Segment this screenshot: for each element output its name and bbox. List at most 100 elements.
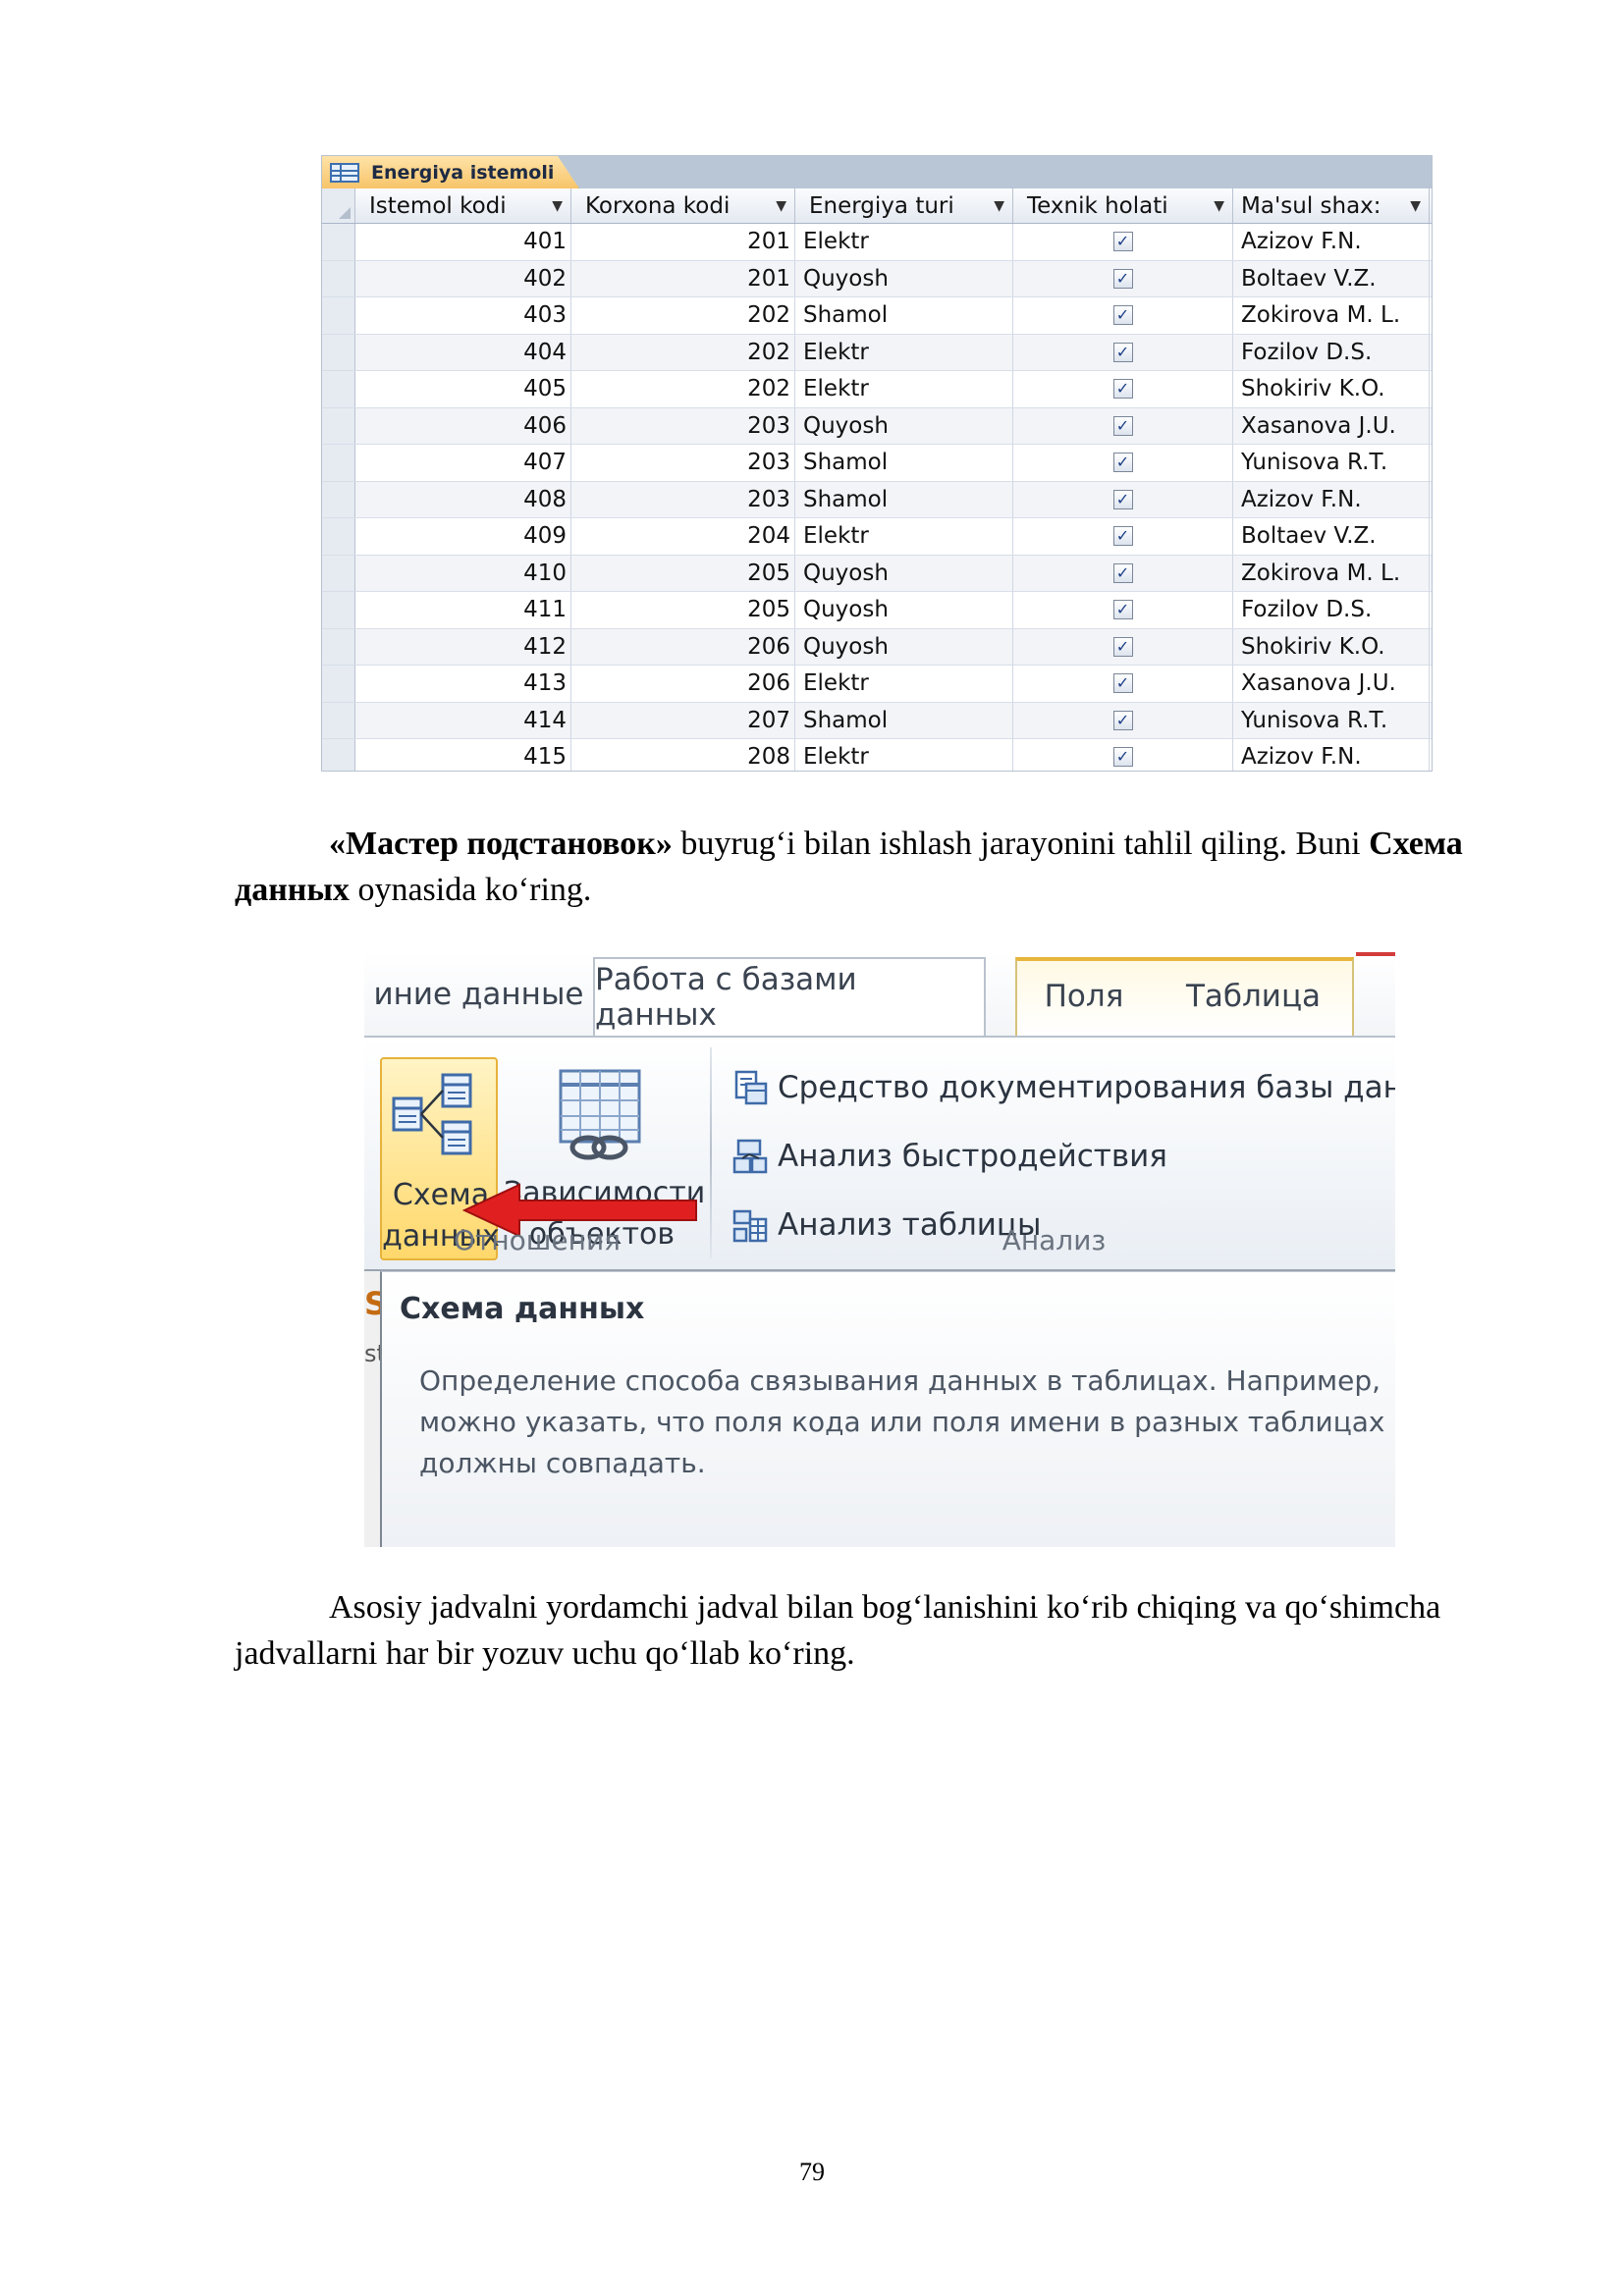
cell-texnik-holati[interactable]: ✓ [1013, 481, 1233, 517]
cell-masul-shaxs[interactable]: Boltaev V.Z. [1233, 260, 1430, 296]
cell-korxona-kodi[interactable]: 208 [571, 739, 795, 771]
checkbox[interactable]: ✓ [1112, 710, 1133, 730]
cell-masul-shaxs[interactable]: Boltaev V.Z. [1233, 518, 1430, 555]
cell-istemol-kodi[interactable]: 408 [355, 481, 571, 517]
checkbox[interactable]: ✓ [1112, 453, 1133, 473]
cell-masul-shaxs[interactable]: Xasanova J.U. [1233, 407, 1430, 444]
cell-korxona-kodi[interactable]: 205 [571, 555, 795, 591]
cell-texnik-holati[interactable]: ✓ [1013, 371, 1233, 407]
cell-istemol-kodi[interactable]: 402 [355, 260, 571, 296]
cell-energiya-turi[interactable]: Shamol [795, 702, 1013, 738]
cell-istemol-kodi[interactable]: 404 [355, 334, 571, 370]
row-selector[interactable] [322, 334, 355, 370]
table-row[interactable]: 413 206 Elektr ✓ Xasanova J.U. [322, 666, 1432, 703]
table-row[interactable]: 403 202 Shamol ✓ Zokirova M. L. [322, 297, 1432, 335]
cell-texnik-holati[interactable]: ✓ [1013, 739, 1233, 771]
checkbox[interactable]: ✓ [1112, 489, 1133, 509]
table-row[interactable]: 411 205 Quyosh ✓ Fozilov D.S. [322, 592, 1432, 629]
checkbox[interactable]: ✓ [1112, 673, 1133, 694]
cell-texnik-holati[interactable]: ✓ [1013, 407, 1233, 444]
cell-texnik-holati[interactable]: ✓ [1013, 628, 1233, 665]
cell-korxona-kodi[interactable]: 201 [571, 224, 795, 260]
checkbox[interactable]: ✓ [1112, 379, 1133, 400]
cell-korxona-kodi[interactable]: 206 [571, 628, 795, 665]
cell-korxona-kodi[interactable]: 203 [571, 445, 795, 481]
checkbox[interactable]: ✓ [1112, 232, 1133, 252]
cell-texnik-holati[interactable]: ✓ [1013, 702, 1233, 738]
cell-masul-shaxs[interactable]: Zokirova M. L. [1233, 297, 1430, 334]
column-header-masul-shaxs[interactable]: Ma'sul shax: ▼ [1233, 188, 1430, 223]
table-row[interactable]: 404 202 Elektr ✓ Fozilov D.S. [322, 334, 1432, 371]
cell-korxona-kodi[interactable]: 201 [571, 260, 795, 296]
cell-texnik-holati[interactable]: ✓ [1013, 297, 1233, 334]
checkbox[interactable]: ✓ [1112, 268, 1133, 289]
dropdown-arrow-icon[interactable]: ▼ [1214, 198, 1224, 214]
row-selector[interactable] [322, 407, 355, 444]
table-row[interactable]: 401 201 Elektr ✓ Azizov F.N. [322, 224, 1432, 261]
cell-energiya-turi[interactable]: Elektr [795, 371, 1013, 407]
tab-external-data[interactable]: иние данные [364, 952, 593, 1036]
cell-energiya-turi[interactable]: Quyosh [795, 628, 1013, 665]
cell-istemol-kodi[interactable]: 415 [355, 739, 571, 771]
cell-korxona-kodi[interactable]: 204 [571, 518, 795, 555]
table-row[interactable]: 402 201 Quyosh ✓ Boltaev V.Z. [322, 260, 1432, 297]
table-row[interactable]: 415 208 Elektr ✓ Azizov F.N. [322, 739, 1432, 771]
cell-texnik-holati[interactable]: ✓ [1013, 592, 1233, 628]
row-selector[interactable] [322, 739, 355, 771]
cell-korxona-kodi[interactable]: 202 [571, 297, 795, 334]
checkbox[interactable]: ✓ [1112, 636, 1133, 657]
row-selector[interactable] [322, 702, 355, 738]
column-header-texnik-holati[interactable]: Texnik holati ▼ [1013, 188, 1233, 223]
table-row[interactable]: 408 203 Shamol ✓ Azizov F.N. [322, 481, 1432, 518]
cell-energiya-turi[interactable]: Elektr [795, 518, 1013, 555]
tab-database-tools[interactable]: Работа с базами данных [593, 957, 986, 1036]
table-row[interactable]: 412 206 Quyosh ✓ Shokiriv K.O. [322, 628, 1432, 666]
cell-energiya-turi[interactable]: Elektr [795, 666, 1013, 702]
cell-masul-shaxs[interactable]: Shokiriv K.O. [1233, 628, 1430, 665]
checkbox[interactable]: ✓ [1112, 305, 1133, 326]
dropdown-arrow-icon[interactable]: ▼ [776, 198, 786, 214]
checkbox[interactable]: ✓ [1112, 526, 1133, 547]
cell-korxona-kodi[interactable]: 207 [571, 702, 795, 738]
cell-masul-shaxs[interactable]: Zokirova M. L. [1233, 555, 1430, 591]
checkbox[interactable]: ✓ [1112, 562, 1133, 583]
row-selector[interactable] [322, 297, 355, 334]
cell-texnik-holati[interactable]: ✓ [1013, 555, 1233, 591]
cell-korxona-kodi[interactable]: 206 [571, 666, 795, 702]
cell-istemol-kodi[interactable]: 406 [355, 407, 571, 444]
table-row[interactable]: 410 205 Quyosh ✓ Zokirova M. L. [322, 555, 1432, 592]
cell-masul-shaxs[interactable]: Fozilov D.S. [1233, 592, 1430, 628]
cell-istemol-kodi[interactable]: 411 [355, 592, 571, 628]
row-selector[interactable] [322, 260, 355, 296]
cell-istemol-kodi[interactable]: 405 [355, 371, 571, 407]
cell-energiya-turi[interactable]: Shamol [795, 297, 1013, 334]
row-selector[interactable] [322, 555, 355, 591]
cell-istemol-kodi[interactable]: 407 [355, 445, 571, 481]
cell-masul-shaxs[interactable]: Azizov F.N. [1233, 224, 1430, 260]
cell-energiya-turi[interactable]: Shamol [795, 445, 1013, 481]
cell-masul-shaxs[interactable]: Azizov F.N. [1233, 481, 1430, 517]
cell-texnik-holati[interactable]: ✓ [1013, 666, 1233, 702]
row-selector[interactable] [322, 592, 355, 628]
column-header-korxona-kodi[interactable]: Korxona kodi ▼ [571, 188, 795, 223]
row-selector[interactable] [322, 481, 355, 517]
checkbox[interactable]: ✓ [1112, 747, 1133, 768]
database-documenter-button[interactable]: Средство документирования базы данных [731, 1065, 1395, 1110]
checkbox[interactable]: ✓ [1112, 415, 1133, 436]
cell-texnik-holati[interactable]: ✓ [1013, 334, 1233, 370]
cell-energiya-turi[interactable]: Quyosh [795, 555, 1013, 591]
tab-fields[interactable]: Поля [1015, 957, 1153, 1036]
cell-korxona-kodi[interactable]: 202 [571, 334, 795, 370]
cell-masul-shaxs[interactable]: Xasanova J.U. [1233, 666, 1430, 702]
column-header-energiya-turi[interactable]: Energiya turi ▼ [795, 188, 1013, 223]
cell-korxona-kodi[interactable]: 203 [571, 481, 795, 517]
row-selector[interactable] [322, 628, 355, 665]
table-row[interactable]: 409 204 Elektr ✓ Boltaev V.Z. [322, 518, 1432, 556]
cell-texnik-holati[interactable]: ✓ [1013, 445, 1233, 481]
cell-energiya-turi[interactable]: Elektr [795, 334, 1013, 370]
cell-energiya-turi[interactable]: Elektr [795, 739, 1013, 771]
row-selector[interactable] [322, 224, 355, 260]
cell-istemol-kodi[interactable]: 409 [355, 518, 571, 555]
row-selector[interactable] [322, 666, 355, 702]
cell-istemol-kodi[interactable]: 403 [355, 297, 571, 334]
